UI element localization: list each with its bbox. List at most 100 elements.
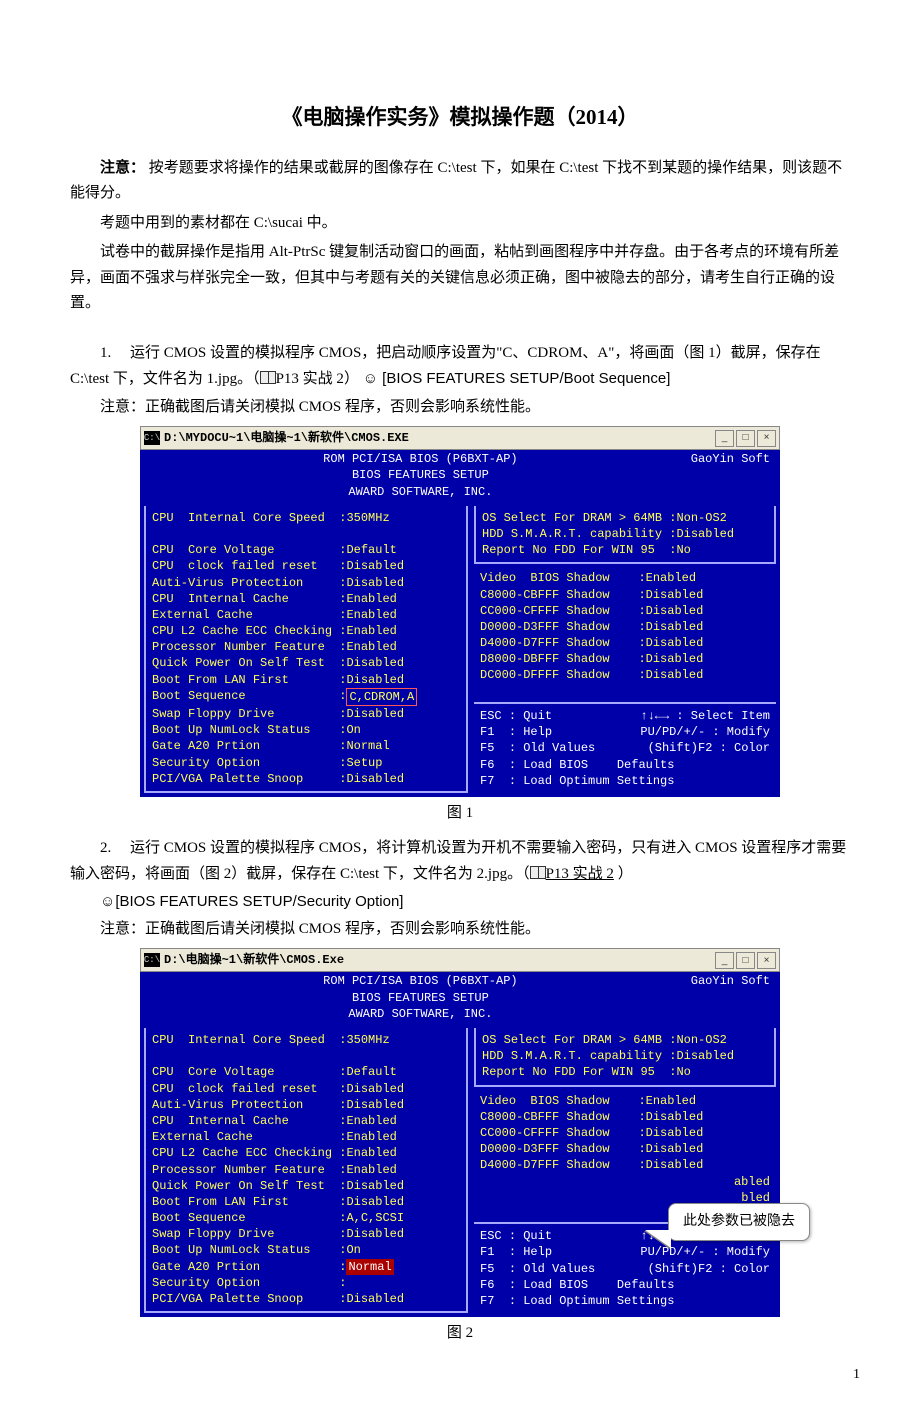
bios-setting-row[interactable]: Gate A20 Prtion : Normal: [152, 1259, 460, 1275]
bios-setting-row[interactable]: CC000-CFFFF Shadow : Disabled: [480, 603, 770, 619]
setting-value[interactable]: Normal: [346, 738, 389, 754]
setting-value[interactable]: On: [346, 1242, 360, 1258]
setting-value[interactable]: Disabled: [676, 1048, 734, 1064]
setting-value[interactable]: Disabled: [676, 526, 734, 542]
bios-setting-row[interactable]: HDD S.M.A.R.T. capability : Disabled: [482, 1048, 768, 1064]
setting-value[interactable]: Disabled: [646, 635, 704, 651]
setting-value[interactable]: Default: [346, 1064, 396, 1080]
minimize-button[interactable]: _: [715, 952, 734, 969]
bios-setting-row[interactable]: D0000-D3FFF Shadow : Disabled: [480, 1141, 770, 1157]
bios-setting-row[interactable]: D4000-D7FFF Shadow : Disabled: [480, 1157, 770, 1173]
bios-setting-row[interactable]: : abled: [480, 1174, 770, 1190]
bios-setting-row[interactable]: Security Option : Setup: [152, 755, 460, 771]
setting-value[interactable]: Enabled: [346, 591, 396, 607]
bios-setting-row[interactable]: PCI/VGA Palette Snoop : Disabled: [152, 771, 460, 787]
setting-value[interactable]: Enabled: [646, 1093, 696, 1109]
bios-setting-row[interactable]: OS Select For DRAM > 64MB : Non-OS2: [482, 1032, 768, 1048]
bios-setting-row[interactable]: Gate A20 Prtion : Normal: [152, 738, 460, 754]
setting-value[interactable]: Disabled: [646, 603, 704, 619]
setting-value[interactable]: Enabled: [646, 570, 696, 586]
setting-value[interactable]: Disabled: [346, 672, 404, 688]
bios-setting-row[interactable]: CC000-CFFFF Shadow : Disabled: [480, 1125, 770, 1141]
setting-value[interactable]: Disabled: [346, 1226, 404, 1242]
bios-setting-row[interactable]: CPU Internal Core Speed : 350MHz: [152, 510, 460, 526]
setting-value[interactable]: Non-OS2: [676, 1032, 726, 1048]
bios-setting-row[interactable]: Swap Floppy Drive : Disabled: [152, 706, 460, 722]
bios-setting-row[interactable]: Boot Sequence : A,C,SCSI: [152, 1210, 460, 1226]
bios-setting-row[interactable]: External Cache : Enabled: [152, 607, 460, 623]
bios-setting-row[interactable]: Boot Up NumLock Status : On: [152, 722, 460, 738]
bios-setting-row[interactable]: CPU L2 Cache ECC Checking : Enabled: [152, 623, 460, 639]
bios-setting-row[interactable]: Video BIOS Shadow : Enabled: [480, 1093, 770, 1109]
setting-value[interactable]: Enabled: [346, 607, 396, 623]
bios-setting-row[interactable]: External Cache : Enabled: [152, 1129, 460, 1145]
setting-value[interactable]: A,C,SCSI: [346, 1210, 404, 1226]
bios-setting-row[interactable]: Swap Floppy Drive : Disabled: [152, 1226, 460, 1242]
bios-setting-row[interactable]: CPU clock failed reset : Disabled: [152, 1081, 460, 1097]
bios-setting-row[interactable]: CPU clock failed reset : Disabled: [152, 558, 460, 574]
setting-value[interactable]: Setup: [346, 755, 382, 771]
setting-value[interactable]: Disabled: [646, 1109, 704, 1125]
setting-value[interactable]: Disabled: [646, 667, 704, 683]
bios-setting-row[interactable]: PCI/VGA Palette Snoop : Disabled: [152, 1291, 460, 1307]
bios-setting-row[interactable]: Processor Number Feature : Enabled: [152, 1162, 460, 1178]
setting-value[interactable]: Default: [346, 542, 396, 558]
setting-value[interactable]: Non-OS2: [676, 510, 726, 526]
setting-value[interactable]: abled: [646, 1174, 770, 1190]
setting-value[interactable]: Disabled: [646, 651, 704, 667]
bios-setting-row[interactable]: Auti-Virus Protection : Disabled: [152, 575, 460, 591]
bios-setting-row[interactable]: C8000-CBFFF Shadow : Disabled: [480, 1109, 770, 1125]
bios-setting-row[interactable]: Processor Number Feature : Enabled: [152, 639, 460, 655]
setting-value[interactable]: No: [676, 542, 690, 558]
setting-value[interactable]: Disabled: [646, 1157, 704, 1173]
bios-setting-row[interactable]: Boot Up NumLock Status : On: [152, 1242, 460, 1258]
setting-value[interactable]: Enabled: [346, 639, 396, 655]
setting-value[interactable]: On: [346, 722, 360, 738]
setting-value[interactable]: Disabled: [646, 587, 704, 603]
setting-value[interactable]: Disabled: [346, 706, 404, 722]
bios-setting-row[interactable]: CPU Internal Core Speed : 350MHz: [152, 1032, 460, 1048]
setting-value[interactable]: Disabled: [646, 1141, 704, 1157]
setting-value[interactable]: Disabled: [346, 1194, 404, 1210]
bios-setting-row[interactable]: Boot From LAN First : Disabled: [152, 1194, 460, 1210]
close-button[interactable]: ×: [757, 430, 776, 447]
bios-setting-row[interactable]: Boot Sequence : C,CDROM,A: [152, 688, 460, 706]
setting-value[interactable]: 350MHz: [346, 510, 389, 526]
setting-value[interactable]: Disabled: [646, 1125, 704, 1141]
setting-value[interactable]: Enabled: [346, 1145, 396, 1161]
bios-setting-row[interactable]: Quick Power On Self Test : Disabled: [152, 1178, 460, 1194]
bios-setting-row[interactable]: Boot From LAN First : Disabled: [152, 672, 460, 688]
setting-value[interactable]: 350MHz: [346, 1032, 389, 1048]
bios-setting-row[interactable]: DC000-DFFFF Shadow : Disabled: [480, 667, 770, 683]
bios-setting-row[interactable]: Report No FDD For WIN 95 : No: [482, 542, 768, 558]
bios-setting-row[interactable]: CPU Internal Cache : Enabled: [152, 591, 460, 607]
setting-value[interactable]: Disabled: [346, 655, 404, 671]
setting-value[interactable]: Enabled: [346, 1129, 396, 1145]
bios-setting-row[interactable]: D0000-D3FFF Shadow : Disabled: [480, 619, 770, 635]
bios-setting-row[interactable]: Auti-Virus Protection : Disabled: [152, 1097, 460, 1113]
bios-setting-row[interactable]: CPU Core Voltage : Default: [152, 542, 460, 558]
maximize-button[interactable]: □: [736, 952, 755, 969]
setting-value[interactable]: Disabled: [346, 575, 404, 591]
minimize-button[interactable]: _: [715, 430, 734, 447]
bios-setting-row[interactable]: CPU Core Voltage : Default: [152, 1064, 460, 1080]
setting-value[interactable]: Enabled: [346, 1113, 396, 1129]
bios-setting-row[interactable]: D8000-DBFFF Shadow : Disabled: [480, 651, 770, 667]
setting-value[interactable]: Disabled: [646, 619, 704, 635]
setting-value[interactable]: Disabled: [346, 1178, 404, 1194]
bios-setting-row[interactable]: CPU Internal Cache : Enabled: [152, 1113, 460, 1129]
bios-setting-row[interactable]: D4000-D7FFF Shadow : Disabled: [480, 635, 770, 651]
bios-setting-row[interactable]: Report No FDD For WIN 95 : No: [482, 1064, 768, 1080]
bios-setting-row[interactable]: Quick Power On Self Test : Disabled: [152, 655, 460, 671]
setting-value[interactable]: C,CDROM,A: [346, 688, 417, 706]
setting-value[interactable]: Disabled: [346, 1081, 404, 1097]
setting-value[interactable]: Disabled: [346, 771, 404, 787]
setting-value[interactable]: No: [676, 1064, 690, 1080]
setting-value[interactable]: Disabled: [346, 1291, 404, 1307]
setting-value[interactable]: Enabled: [346, 623, 396, 639]
bios-setting-row[interactable]: HDD S.M.A.R.T. capability : Disabled: [482, 526, 768, 542]
setting-value[interactable]: Normal: [346, 1259, 393, 1275]
maximize-button[interactable]: □: [736, 430, 755, 447]
setting-value[interactable]: Disabled: [346, 558, 404, 574]
bios-setting-row[interactable]: OS Select For DRAM > 64MB : Non-OS2: [482, 510, 768, 526]
